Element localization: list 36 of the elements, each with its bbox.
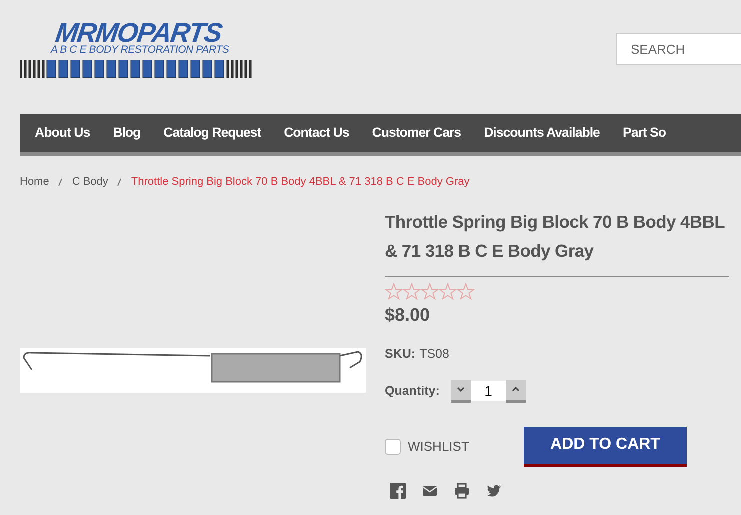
increase-button[interactable] (506, 380, 526, 403)
breadcrumb-link[interactable]: Home (20, 174, 50, 208)
nav-link[interactable]: Blog (113, 123, 141, 143)
nav-link[interactable]: About Us (35, 123, 90, 143)
slash-icon (58, 178, 64, 187)
facebook-icon[interactable] (390, 482, 406, 499)
sku-label: SKU: (385, 346, 416, 363)
star-icon (457, 283, 475, 300)
twitter-icon[interactable] (486, 482, 502, 499)
logo-tagline: A B C E BODY RESTORATION PARTS (51, 44, 230, 57)
slash-icon (117, 178, 122, 187)
star-icon (439, 283, 457, 300)
printer-icon[interactable] (454, 482, 470, 499)
quantity-field[interactable]: 1 (471, 381, 506, 402)
chevron-up-icon (512, 387, 520, 392)
star-icon (385, 283, 403, 300)
nav-link[interactable]: Contact Us (284, 123, 350, 143)
add-to-cart-button[interactable]: ADD TO CART (524, 426, 687, 467)
chevron-down-icon (457, 387, 465, 392)
nav-link[interactable]: Customer Cars (372, 123, 462, 143)
decrease-button[interactable] (451, 380, 471, 403)
wishlist-label: WISHLIST (408, 438, 470, 456)
star-icon (403, 283, 421, 300)
price: $8.00 (385, 304, 432, 327)
logo-title: MRMOPARTS (54, 22, 224, 44)
wishlist-checkbox[interactable] (385, 438, 401, 455)
sku-value: TS08 (420, 346, 450, 363)
search-field[interactable]: SEARCH (616, 33, 741, 65)
nav-link[interactable]: Catalog Request (164, 123, 262, 143)
quantity-label: Quantity: (385, 382, 441, 400)
breadcrumb-current: Throttle Spring Big Block 70 B Body 4BBL & 71 318 B C E Body Gray (131, 175, 470, 190)
product-title: Throttle Spring Big Block 70 B Body 4BBL & 71 318 B C E Body Gray (385, 211, 726, 263)
star-icon (421, 283, 439, 300)
breadcrumb-link[interactable]: C Body (72, 174, 108, 208)
nav-link[interactable]: Part So (622, 123, 666, 143)
nav-link[interactable]: Discounts Available (484, 123, 600, 143)
